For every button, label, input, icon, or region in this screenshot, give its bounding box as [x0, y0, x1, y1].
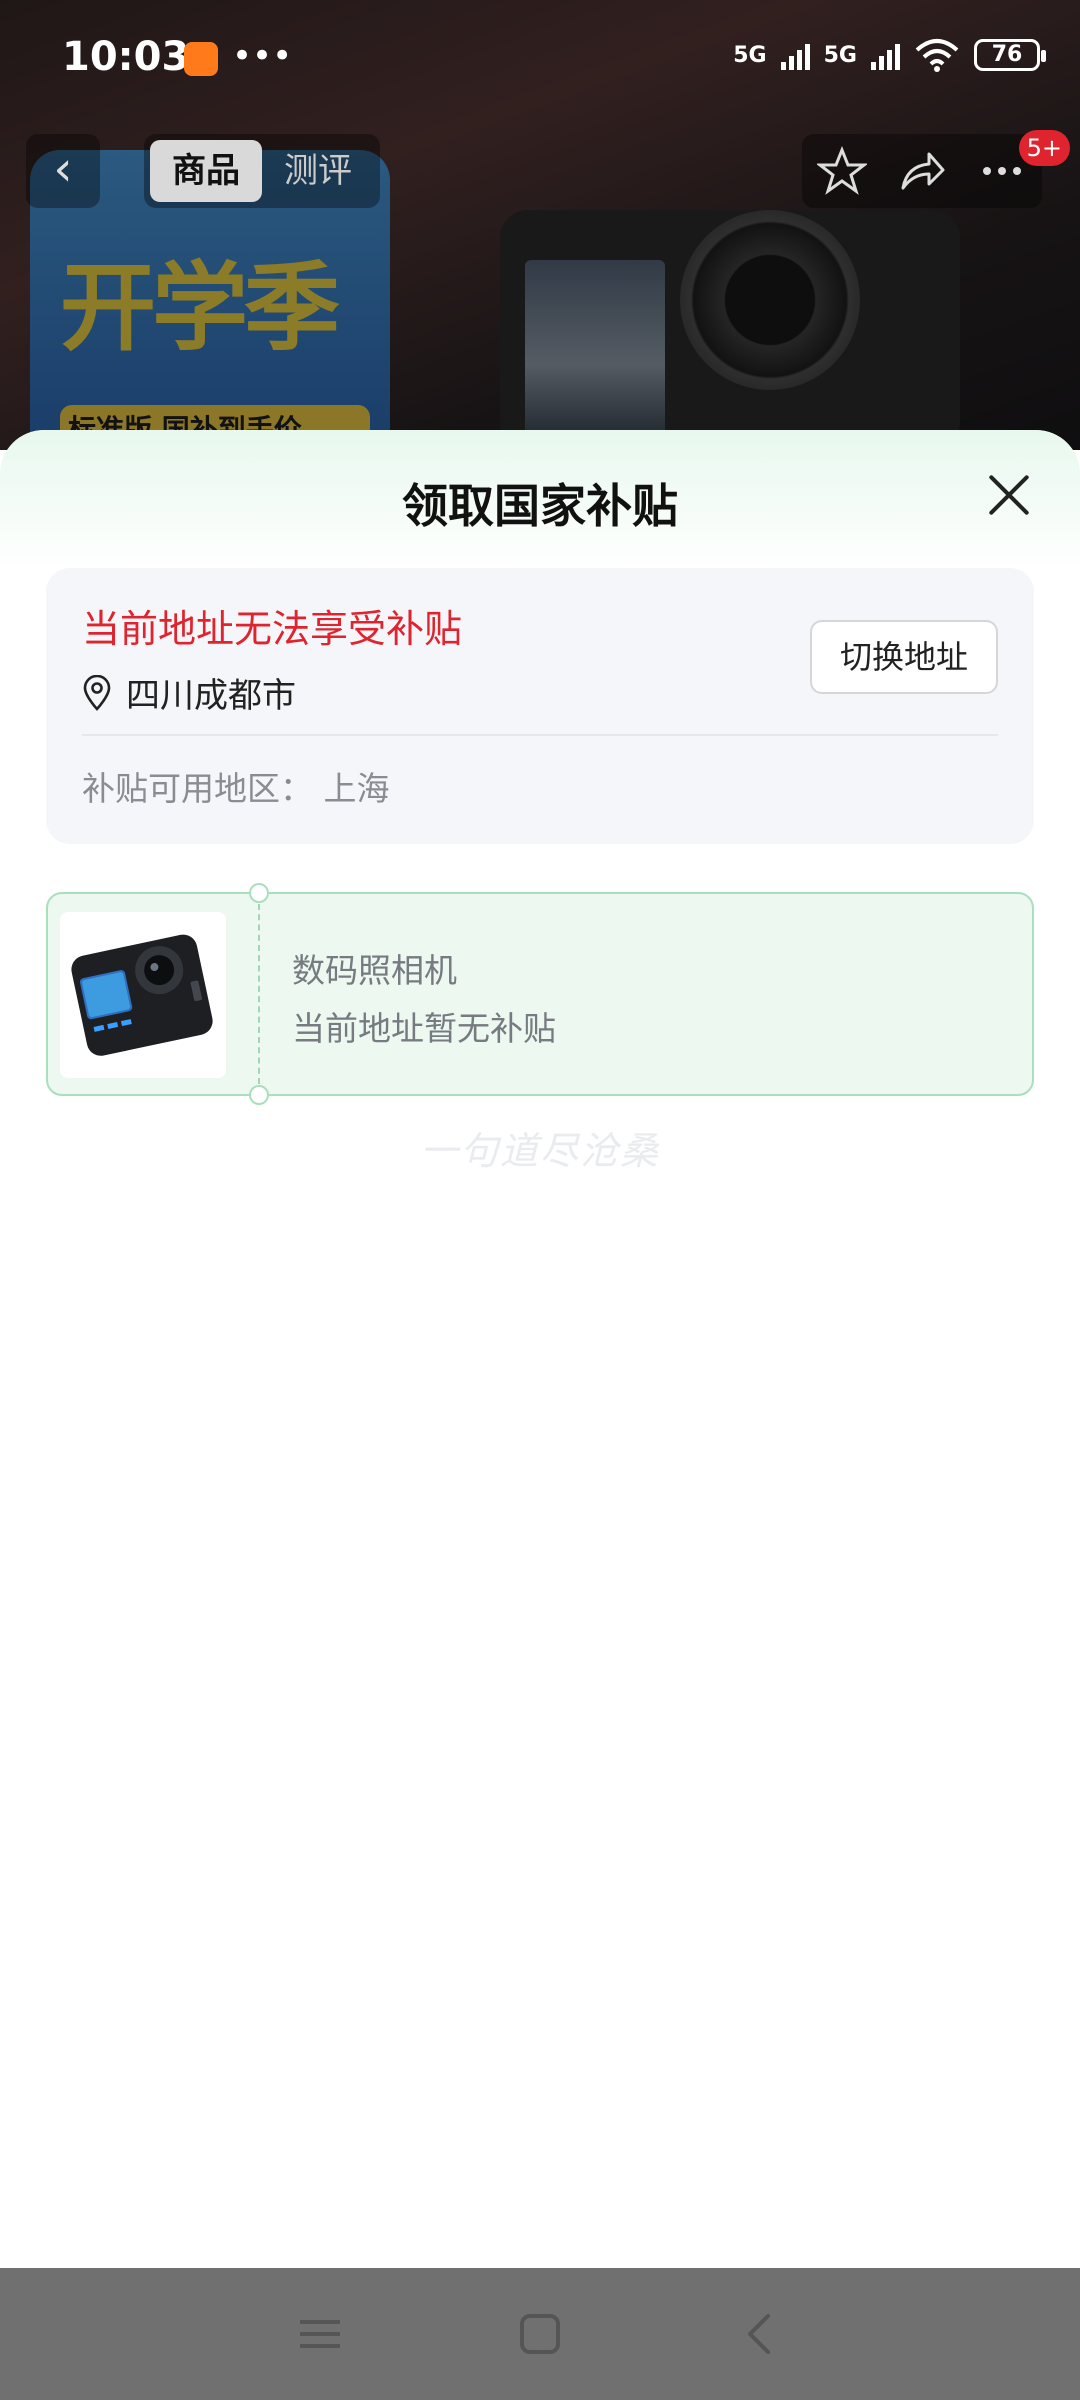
status-time: 10:03 — [62, 34, 190, 80]
wifi-icon — [915, 39, 959, 72]
signal-5g-label-2: 5G — [823, 42, 857, 68]
product-tabs: 商品 测评 — [144, 134, 380, 208]
subsidy-bottom-sheet: 领取国家补贴 当前地址无法享受补贴 四川成都市 切换地址 补贴可用地区： 上海 — [0, 430, 1080, 2270]
product-subsidy-card[interactable]: 数码照相机 当前地址暂无补贴 — [46, 883, 1034, 1105]
cell-signal-icon — [780, 40, 810, 70]
sheet-header: 领取国家补贴 — [0, 430, 1080, 570]
divider — [82, 734, 998, 736]
location-pin-icon — [83, 674, 111, 711]
tab-review[interactable]: 测评 — [262, 140, 374, 202]
taobao-notification-icon — [184, 42, 218, 76]
coupon-notch — [249, 1085, 269, 1105]
system-nav-bar — [0, 2268, 1080, 2400]
watermark-text: 一句道尽沧桑 — [419, 1129, 660, 1173]
back-button[interactable]: ‹ — [26, 134, 100, 208]
sheet-title: 领取国家补贴 — [402, 479, 678, 533]
status-indicators: 5G 5G 76 — [733, 38, 1046, 72]
home-icon[interactable] — [510, 2304, 570, 2364]
product-top-nav: ‹ 商品 测评 5+ — [0, 130, 1080, 220]
coupon-divider — [258, 904, 260, 1084]
current-address-text: 四川成都市 — [126, 676, 296, 716]
address-warning-text: 当前地址无法享受补贴 — [82, 607, 463, 651]
favorite-star-icon[interactable] — [817, 146, 867, 196]
action-camera-image — [60, 912, 226, 1078]
nav-actions — [802, 134, 1042, 208]
close-icon[interactable] — [986, 472, 1032, 518]
coupon-notch — [249, 883, 269, 903]
menu-icon[interactable] — [290, 2304, 350, 2364]
more-notifications-icon: ••• — [232, 36, 293, 76]
available-regions-text: 补贴可用地区： 上海 — [82, 769, 390, 808]
switch-address-button[interactable]: 切换地址 — [810, 620, 998, 694]
product-image — [60, 912, 226, 1078]
battery-icon: 76 — [974, 39, 1046, 71]
signal-5g-label: 5G — [733, 42, 767, 68]
product-subsidy-status: 当前地址暂无补贴 — [292, 1009, 556, 1048]
back-nav-icon[interactable] — [730, 2304, 790, 2364]
message-count-badge: 5+ — [1018, 130, 1070, 166]
cell-signal-icon-2 — [871, 40, 900, 70]
status-bar: 10:03 ••• 5G 5G 76 — [0, 0, 1080, 120]
address-card: 当前地址无法享受补贴 四川成都市 切换地址 补贴可用地区： 上海 — [46, 568, 1034, 844]
tab-product[interactable]: 商品 — [150, 140, 262, 202]
share-icon[interactable] — [897, 146, 947, 196]
current-address: 四川成都市 — [82, 668, 296, 717]
product-name: 数码照相机 — [292, 951, 457, 990]
